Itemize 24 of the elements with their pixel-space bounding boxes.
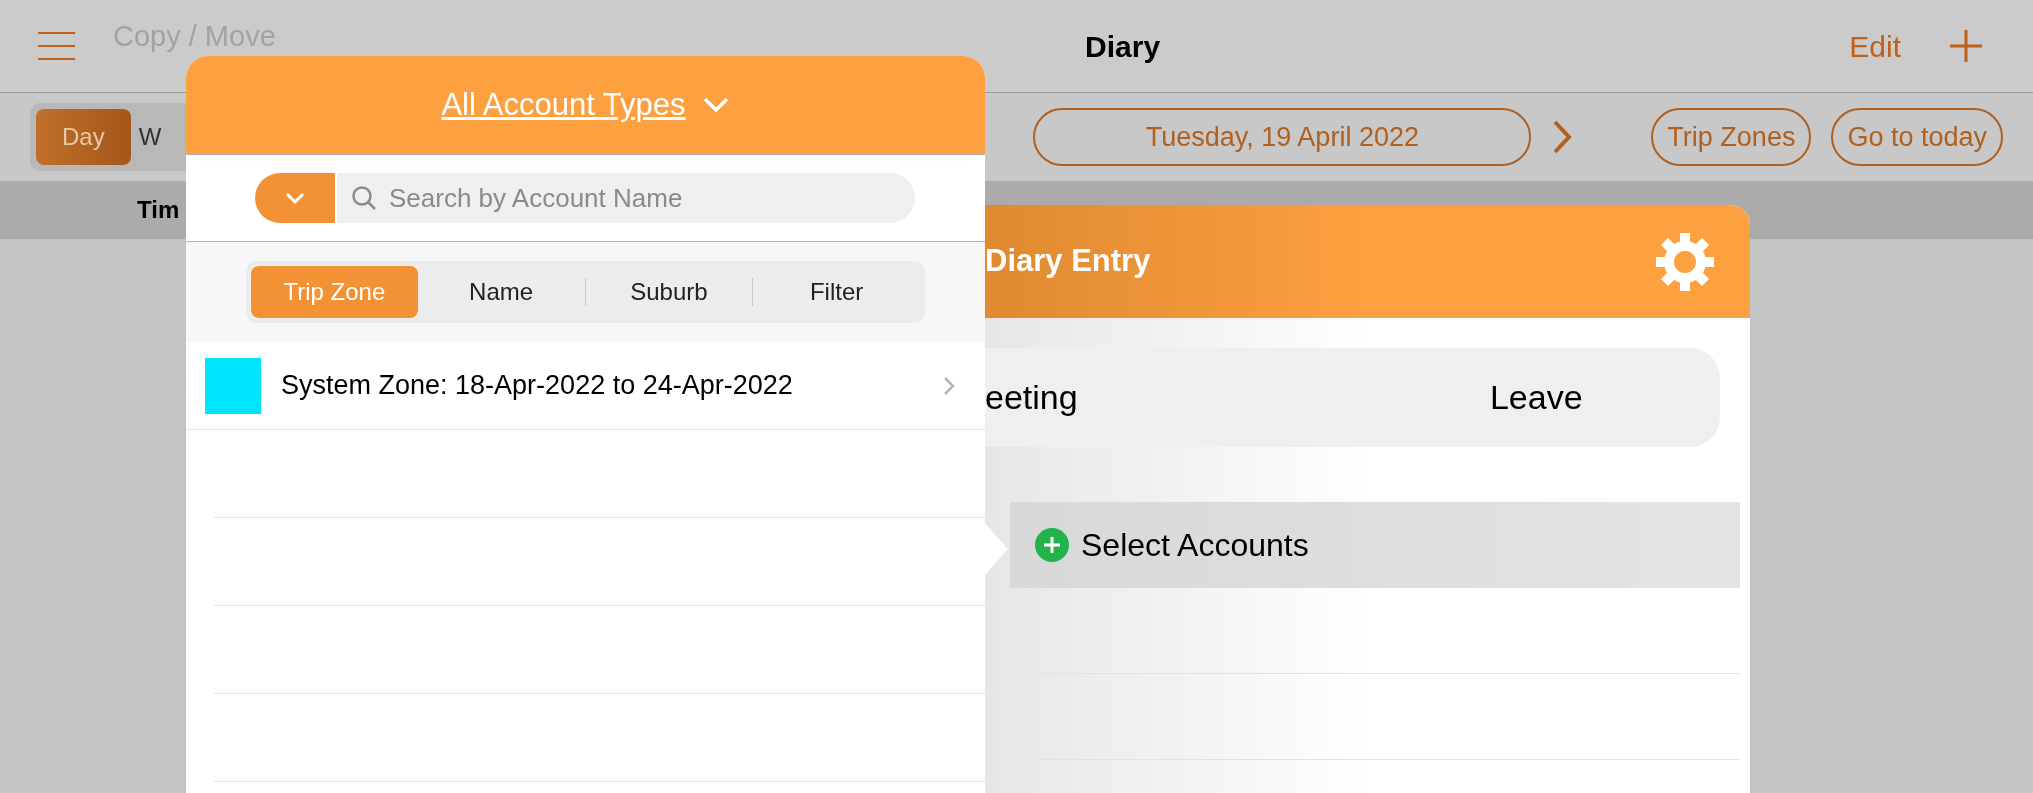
zone-row[interactable]: System Zone: 18-Apr-2022 to 24-Apr-2022 [186,342,985,430]
filter-tab[interactable]: Filter [753,266,920,318]
view-tab[interactable]: W [136,109,164,165]
column-header: Tim [137,195,180,225]
chevron-down-icon [284,191,306,205]
entry-type-segment[interactable]: eeting [985,348,1353,447]
panel-title: Diary Entry [985,242,1151,281]
select-accounts-row[interactable]: Select Accounts [1010,502,1740,588]
search-input[interactable]: Search by Account Name [389,178,915,218]
chevron-down-icon[interactable] [701,96,730,114]
page-title: Diary [1085,28,1161,65]
menu-icon[interactable] [38,32,75,60]
search-field[interactable]: Search by Account Name [337,173,915,223]
chevron-right-icon[interactable] [1551,119,1574,155]
dropdown-button[interactable] [255,173,335,223]
add-icon[interactable] [1949,29,1983,63]
add-circle-icon [1035,528,1069,562]
chevron-right-icon [943,375,955,396]
settings-icon[interactable] [1654,230,1716,293]
zone-label: System Zone: 18-Apr-2022 to 24-Apr-2022 [281,369,794,403]
search-icon [351,185,377,211]
entry-type-segment[interactable]: Leave [1352,348,1720,447]
filter-tab[interactable]: Name [417,266,585,318]
filter-tab[interactable]: Suburb [585,266,753,318]
